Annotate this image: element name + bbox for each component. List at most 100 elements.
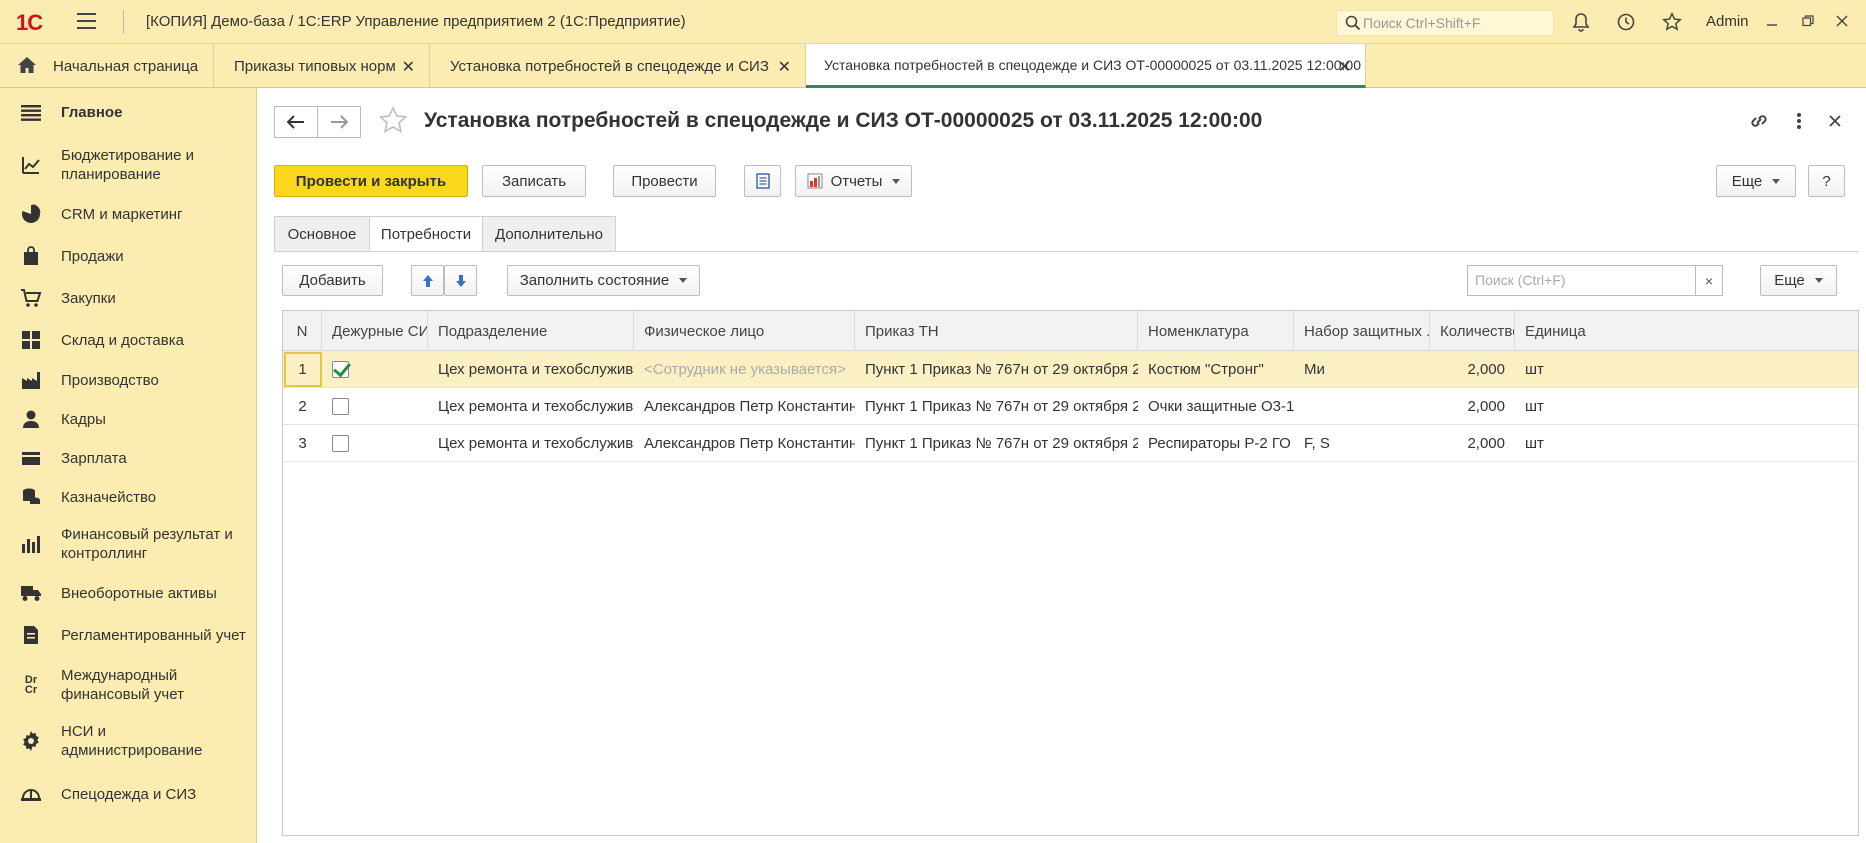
column-header-nomenclature[interactable]: Номенклатура — [1138, 311, 1294, 351]
user-name[interactable]: Admin — [1706, 13, 1749, 30]
arrow-right-icon — [331, 115, 348, 129]
sidebar-item-label: Зарплата — [61, 450, 127, 467]
list-icon — [755, 173, 770, 189]
tab-home[interactable]: Начальная страница — [0, 44, 214, 88]
cell-n: 1 — [298, 361, 307, 378]
cell-duty[interactable] — [322, 425, 428, 462]
cell-person: <Сотрудник не указывается> — [644, 361, 846, 378]
sidebar-item-budgeting[interactable]: Бюджетирование и планирование — [0, 143, 257, 187]
sidebar-item-production[interactable]: Производство — [0, 362, 257, 398]
close-tab-icon[interactable]: ✕ — [402, 57, 415, 77]
fill-state-label: Заполнить состояние — [519, 272, 670, 289]
tab-main[interactable]: Основное — [274, 216, 370, 252]
bar-chart-icon — [20, 533, 42, 555]
checkbox-unchecked[interactable] — [332, 398, 349, 415]
sidebar-item-ifrs[interactable]: Dr Cr Международный финансовый учет — [0, 662, 257, 708]
sidebar-item-workwear[interactable]: Спецодежда и СИЗ — [0, 776, 257, 812]
favorite-star-icon[interactable] — [378, 106, 408, 136]
more-vertical-icon[interactable] — [1787, 109, 1811, 133]
column-header-order[interactable]: Приказ ТН — [855, 311, 1138, 351]
favorites-star-icon[interactable] — [1661, 11, 1683, 33]
sidebar-item-crm[interactable]: CRM и маркетинг — [0, 196, 257, 232]
table-row[interactable]: 2 Цех ремонта и техобслуживания Александ… — [283, 388, 1858, 425]
post-and-close-button[interactable]: Провести и закрыть — [274, 165, 468, 197]
column-header-unit[interactable]: Единица — [1515, 311, 1860, 351]
sidebar-item-hr[interactable]: Кадры — [0, 401, 257, 437]
reports-label: Отчеты — [830, 172, 883, 190]
table-search-input[interactable]: Поиск (Ctrl+F) × — [1467, 265, 1723, 296]
bell-icon[interactable] — [1570, 11, 1592, 33]
sidebar-item-salary[interactable]: Зарплата — [0, 440, 257, 476]
sidebar-item-sales[interactable]: Продажи — [0, 238, 257, 274]
title-bar: 1С [КОПИЯ] Демо-база / 1С:ERP Управление… — [0, 0, 1866, 44]
tab-current-document[interactable]: Установка потребностей в спецодежде и СИ… — [806, 44, 1366, 88]
sidebar-item-purchases[interactable]: Закупки — [0, 280, 257, 316]
sidebar-item-label: Регламентированный учет — [61, 627, 246, 644]
forward-button[interactable] — [317, 106, 361, 138]
column-header-duty[interactable]: Дежурные СИЗ — [322, 311, 428, 351]
document-structure-button[interactable] — [744, 165, 781, 197]
history-icon[interactable] — [1615, 11, 1637, 33]
sidebar-item-label: Спецодежда и СИЗ — [61, 786, 197, 803]
sidebar-item-finance[interactable]: Финансовый результат и контроллинг — [0, 521, 257, 567]
cell-quantity: 2,000 — [1467, 435, 1505, 452]
cell-order: Пункт 1 Приказ № 767н от 29 октября 2021… — [865, 435, 1138, 452]
column-header-n[interactable]: N — [283, 311, 322, 351]
sidebar-item-nsi-admin[interactable]: НСИ и администрирование — [0, 718, 257, 764]
coins-icon — [20, 486, 42, 508]
cell-department: Цех ремонта и техобслуживания — [438, 398, 634, 415]
sidebar-item-main[interactable]: Главное — [0, 88, 257, 138]
global-search-input[interactable]: Поиск Ctrl+Shift+F — [1336, 10, 1554, 36]
close-window-icon[interactable] — [1833, 12, 1851, 30]
needs-table[interactable]: N Дежурные СИЗ Подразделение Физическое … — [282, 310, 1859, 836]
post-button[interactable]: Провести — [613, 165, 716, 197]
move-up-button[interactable] — [411, 265, 444, 296]
link-icon[interactable] — [1747, 109, 1771, 133]
tab-additional[interactable]: Дополнительно — [482, 216, 616, 252]
column-header-department[interactable]: Подразделение — [428, 311, 634, 351]
fill-state-button[interactable]: Заполнить состояние — [507, 265, 700, 296]
sidebar-item-label: Склад и доставка — [61, 332, 184, 349]
save-button[interactable]: Записать — [482, 165, 586, 197]
clear-search-icon[interactable]: × — [1695, 266, 1722, 295]
close-tab-icon[interactable]: ✕ — [778, 57, 791, 77]
column-header-set[interactable]: Набор защитных ... — [1294, 311, 1430, 351]
move-down-button[interactable] — [444, 265, 477, 296]
cell-duty[interactable] — [322, 351, 428, 388]
person-icon — [20, 408, 42, 430]
sidebar-item-regulated-accounting[interactable]: Регламентированный учет — [0, 617, 257, 653]
restore-icon[interactable] — [1799, 12, 1817, 30]
cell-nomenclature: Респираторы Р-2 ГО — [1148, 435, 1291, 452]
tab-needs-list-label: Установка потребностей в спецодежде и СИ… — [450, 57, 769, 75]
bag-icon — [20, 245, 42, 267]
column-header-person[interactable]: Физическое лицо — [634, 311, 855, 351]
checkbox-checked[interactable] — [332, 361, 349, 378]
tab-needs-list[interactable]: Установка потребностей в спецодежде и СИ… — [430, 44, 806, 88]
cell-duty[interactable] — [322, 388, 428, 425]
table-row[interactable]: 1 Цех ремонта и техобслуживания <Сотрудн… — [283, 351, 1858, 388]
tab-orders[interactable]: Приказы типовых норм ✕ — [214, 44, 430, 88]
sidebar-item-label: Кадры — [61, 411, 106, 428]
cell-set — [1294, 388, 1430, 425]
column-header-quantity[interactable]: Количество — [1430, 311, 1515, 351]
more-button[interactable]: Еще — [1716, 165, 1796, 197]
sidebar-item-label: Финансовый результат и контроллинг — [61, 526, 233, 562]
add-row-button[interactable]: Добавить — [282, 265, 383, 296]
table-more-button[interactable]: Еще — [1760, 265, 1837, 296]
close-tab-icon[interactable]: ✕ — [1338, 57, 1351, 77]
tab-needs[interactable]: Потребности — [369, 216, 483, 252]
help-button[interactable]: ? — [1808, 165, 1845, 197]
global-search-placeholder: Поиск Ctrl+Shift+F — [1363, 15, 1481, 31]
table-row[interactable]: 3 Цех ремонта и техобслуживания Александ… — [283, 425, 1858, 462]
app-title: [КОПИЯ] Демо-база / 1С:ERP Управление пр… — [146, 13, 686, 30]
close-form-icon[interactable] — [1823, 109, 1847, 133]
sidebar-item-fixed-assets[interactable]: Внеоборотные активы — [0, 575, 257, 611]
checkbox-unchecked[interactable] — [332, 435, 349, 452]
back-button[interactable] — [274, 106, 318, 138]
sidebar-item-warehouse[interactable]: Склад и доставка — [0, 322, 257, 358]
reports-button[interactable]: Отчеты — [795, 165, 912, 197]
minimize-icon[interactable] — [1763, 12, 1781, 30]
sidebar-item-treasury[interactable]: Казначейство — [0, 479, 257, 515]
main-menu-icon[interactable] — [77, 13, 96, 29]
sidebar-item-label: CRM и маркетинг — [61, 206, 183, 223]
